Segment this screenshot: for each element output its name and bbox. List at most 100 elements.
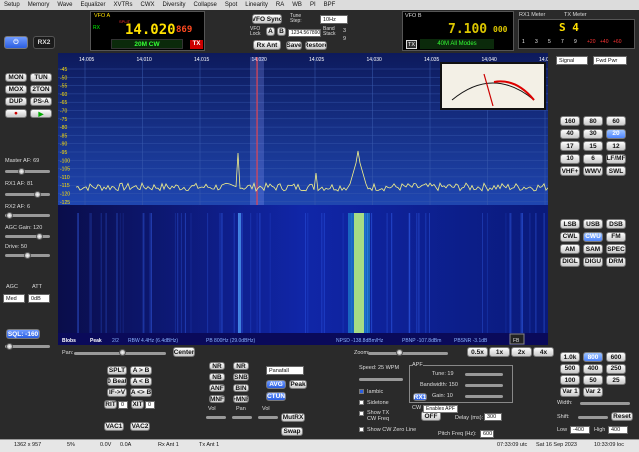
band-button-15[interactable]: 15: [583, 141, 603, 151]
menu-item[interactable]: Setup: [4, 0, 20, 10]
mode-button-digu[interactable]: DIGU: [583, 256, 603, 267]
filter-button-25[interactable]: 25: [606, 375, 626, 385]
menu-item[interactable]: BPF: [324, 0, 336, 10]
a-swap-b-button[interactable]: A <> B: [130, 388, 152, 397]
vfoa-tx-tag[interactable]: TX: [190, 40, 203, 49]
menu-item[interactable]: XVTRs: [114, 0, 133, 10]
zoom-1x[interactable]: 1x: [489, 347, 510, 357]
band-button-20[interactable]: 20: [606, 128, 626, 139]
sql-knob[interactable]: [6, 343, 13, 350]
2ton-button[interactable]: 2TON: [30, 85, 52, 94]
vfoa-frequency[interactable]: 14.020: [125, 22, 176, 38]
tun-button[interactable]: TUN: [30, 73, 52, 82]
mode-button-cwu[interactable]: CWU: [583, 231, 603, 242]
apf-bw-slider[interactable]: [465, 384, 503, 387]
filter-button-250[interactable]: 250: [606, 363, 626, 374]
mode-button-lsb[interactable]: LSB: [560, 219, 580, 229]
mnf-button[interactable]: MNF: [209, 395, 225, 403]
display-mode-select[interactable]: Panafall: [266, 366, 304, 375]
mode-button-drm[interactable]: DRM: [606, 256, 626, 267]
center-button[interactable]: Center: [173, 347, 195, 357]
sql-button[interactable]: SQL: -160: [6, 329, 40, 339]
vfoa-frequency-sub[interactable]: 869: [176, 25, 192, 35]
menu-item[interactable]: Linearity: [245, 0, 268, 10]
play-button[interactable]: ▶: [30, 109, 52, 118]
reset-button[interactable]: Reset: [611, 412, 633, 421]
mode-button-spec[interactable]: SPEC: [606, 244, 626, 254]
mox-button[interactable]: MOX: [5, 85, 27, 94]
band-button-30[interactable]: 30: [583, 128, 603, 139]
vfob-frequency-sub[interactable]: 000: [493, 25, 507, 34]
apf-tune-slider[interactable]: [465, 373, 503, 376]
rx2-vol-slider[interactable]: [258, 416, 278, 419]
nb-button[interactable]: NB: [209, 373, 225, 381]
show-zero-checkbox[interactable]: [359, 427, 364, 432]
a-to-b-button[interactable]: A > B: [130, 366, 152, 375]
shift-slider[interactable]: [578, 416, 608, 419]
psa-button[interactable]: PS-A: [30, 97, 52, 106]
rx-ant-button[interactable]: Rx Ant: [253, 40, 281, 50]
rx-meter-select[interactable]: Signal: [556, 56, 588, 65]
band-button-80[interactable]: 80: [583, 116, 603, 126]
rx1-af-slider[interactable]: [5, 193, 50, 196]
menu-item[interactable]: Spot: [225, 0, 237, 10]
ctun-button[interactable]: CTUN: [266, 392, 286, 401]
pitch-field[interactable]: 600: [480, 430, 494, 438]
zoom-4x[interactable]: 4x: [533, 347, 554, 357]
pan-knob[interactable]: [119, 349, 126, 356]
band-button-lf-mf[interactable]: LF/MF: [606, 153, 626, 164]
mon-button[interactable]: MON: [5, 73, 27, 82]
split-button[interactable]: SPLT: [107, 366, 127, 375]
show-tx-checkbox[interactable]: [359, 411, 364, 416]
rx-vol-slider[interactable]: [206, 416, 226, 419]
vfob-frequency[interactable]: 7.100: [448, 22, 487, 37]
menu-item[interactable]: Wave: [57, 0, 72, 10]
anf-button[interactable]: ANF: [209, 384, 225, 392]
rit-button[interactable]: RIT: [104, 400, 117, 409]
mode-button-am[interactable]: AM: [560, 244, 580, 254]
band-button-vhf-[interactable]: VHF+: [560, 166, 580, 176]
menu-item[interactable]: Collapse: [194, 0, 217, 10]
band-button-60[interactable]: 60: [606, 116, 626, 126]
rit-field[interactable]: 0: [118, 401, 128, 409]
speed-slider[interactable]: [359, 378, 403, 381]
apf-gain-slider[interactable]: [465, 395, 503, 398]
peak-button[interactable]: Peak: [289, 380, 307, 389]
xit-button[interactable]: XIT: [131, 400, 144, 409]
restore-button[interactable]: Restore: [305, 41, 327, 50]
zoom-slider[interactable]: [368, 352, 448, 355]
filter-button-400[interactable]: 400: [583, 363, 603, 374]
mode-button-sam[interactable]: SAM: [583, 244, 603, 254]
master-af-knob[interactable]: [18, 168, 25, 175]
menu-item[interactable]: RA: [276, 0, 284, 10]
agc-gain-slider[interactable]: [5, 235, 50, 238]
width-slider[interactable]: [580, 402, 630, 405]
apf-rx1-button[interactable]: RX1: [413, 393, 427, 401]
filter-button-50[interactable]: 50: [583, 375, 603, 385]
iambic-checkbox[interactable]: [359, 389, 364, 394]
band-button-12[interactable]: 12: [606, 141, 626, 151]
filter-button-var-1[interactable]: Var 1: [560, 386, 580, 397]
band-button-6[interactable]: 6: [583, 153, 603, 164]
lock-value-field[interactable]: 1234.567890: [288, 29, 321, 37]
high-field[interactable]: 400: [608, 426, 628, 434]
agc-select[interactable]: Med: [3, 294, 25, 303]
nr2-button[interactable]: NR: [233, 362, 249, 370]
vfob-tx-tag[interactable]: TX: [406, 40, 417, 49]
low-field[interactable]: -400: [570, 426, 590, 434]
bin-button[interactable]: BIN: [233, 384, 249, 392]
zoom-knob[interactable]: [396, 349, 403, 356]
menu-item[interactable]: PI: [310, 0, 316, 10]
agc-gain-knob[interactable]: [36, 233, 43, 240]
b-to-a-button[interactable]: A < B: [130, 377, 152, 386]
mode-button-digl[interactable]: DIGL: [560, 256, 580, 267]
menu-item[interactable]: Diversity: [163, 0, 186, 10]
vac2-button[interactable]: VAC2: [130, 422, 150, 431]
filter-button-600[interactable]: 600: [606, 352, 626, 362]
menu-item[interactable]: Memory: [28, 0, 50, 10]
tx-meter-select[interactable]: Fwd Pwr: [593, 56, 627, 65]
tune-step-select[interactable]: 10Hz: [320, 15, 348, 24]
sidetone-checkbox[interactable]: [359, 400, 364, 405]
save-button[interactable]: Save: [286, 41, 302, 50]
band-button-10[interactable]: 10: [560, 153, 580, 164]
